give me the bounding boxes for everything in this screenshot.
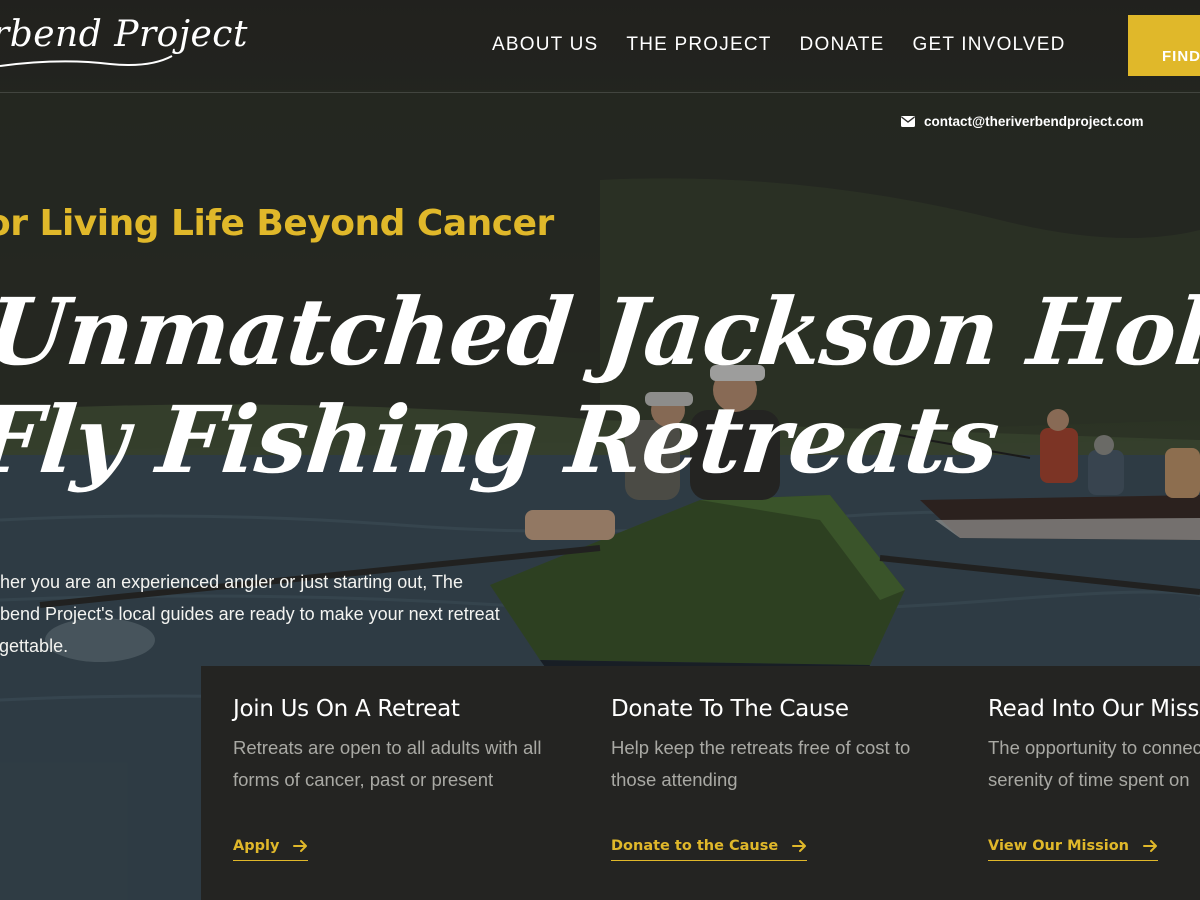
donate-link[interactable]: Donate to the Cause [611,838,808,861]
link-label: View Our Mission [988,838,1129,854]
logo-swoosh-icon [0,55,173,67]
contact-email-link[interactable]: contact@theriverbendproject.com [901,114,1143,129]
card-donate: Donate To The Cause Help keep the retrea… [611,696,971,861]
hero-title: Unmatched Jackson Hole Fly Fishing Retre… [0,278,1200,494]
card-title: Read Into Our Mission [988,696,1200,722]
nav-about-us[interactable]: ABOUT US [492,34,598,56]
card-title: Donate To The Cause [611,696,849,722]
envelope-icon [901,116,915,127]
arrow-right-icon [1142,840,1157,852]
apply-link[interactable]: Apply [233,838,309,861]
card-text-line-2: serenity of time spent on [988,769,1190,790]
card-text-line-1: Help keep the retreats free of cost to [611,737,911,758]
card-retreat: Join Us On A Retreat Retreats are open t… [233,696,593,861]
link-label: Donate to the Cause [611,838,779,854]
find-button[interactable]: FIND [1128,15,1200,76]
contact-email-text: contact@theriverbendproject.com [924,114,1144,129]
nav-the-project[interactable]: THE PROJECT [626,34,771,56]
hero-intro-line-2: Riverbend Project's local guides are rea… [0,604,500,624]
card-text-line-1: Retreats are open to all adults with all [233,737,542,758]
mission-link[interactable]: View Our Mission [988,838,1158,861]
hero-title-line-2: Fly Fishing Retreats [0,386,1004,494]
link-label: Apply [233,838,280,854]
card-text-line-2: those attending [611,769,738,790]
feature-panel: Join Us On A Retreat Retreats are open t… [201,666,1200,900]
card-text-line-2: forms of cancer, past or present [233,769,494,790]
hero-title-line-1: Unmatched Jackson Hole [0,278,1200,386]
hero-intro: Whether you are an experienced angler or… [0,566,558,662]
card-text: Help keep the retreats free of cost to t… [611,732,971,796]
hero-tagline: or Living Life Beyond Cancer [0,203,554,244]
main-nav: ABOUT US THE PROJECT DONATE GET INVOLVED [492,34,1066,56]
arrow-right-icon [792,840,807,852]
card-text: Retreats are open to all adults with all… [233,732,593,796]
card-text-line-1: The opportunity to connect [988,737,1200,758]
hero-intro-line-1: Whether you are an experienced angler or… [0,572,463,592]
card-title: Join Us On A Retreat [233,696,460,722]
card-mission: Read Into Our Mission The opportunity to… [988,696,1200,900]
hero-intro-line-3: unforgettable. [0,636,69,656]
nav-get-involved[interactable]: GET INVOLVED [913,34,1066,56]
nav-donate[interactable]: DONATE [800,34,885,56]
arrow-right-icon [293,840,308,852]
card-text: The opportunity to connect serenity of t… [988,732,1200,796]
site-header: rbend Project ABOUT US THE PROJECT DONAT… [0,0,1200,93]
